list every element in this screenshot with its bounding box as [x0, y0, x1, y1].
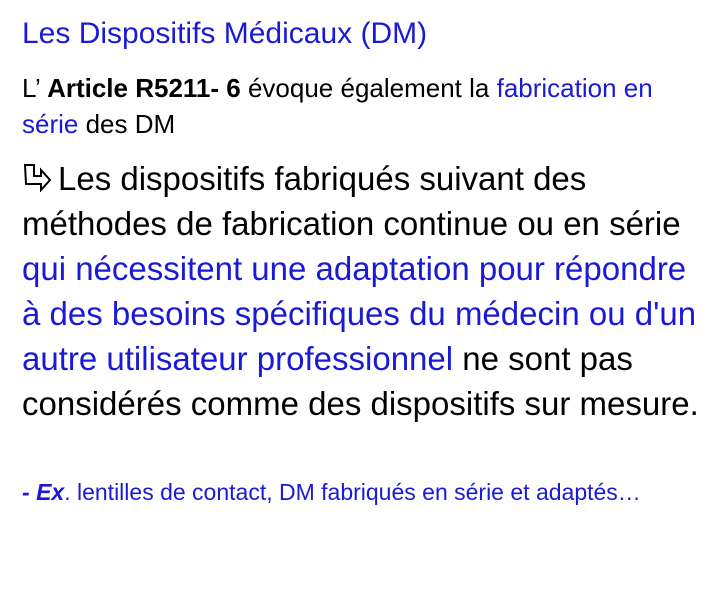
- intro-suffix: des DM: [78, 109, 176, 139]
- example-prefix: -: [22, 479, 37, 505]
- intro-prefix: L’: [22, 73, 48, 103]
- slide: Les Dispositifs Médicaux (DM) L’ Article…: [0, 0, 720, 614]
- example-text: . lentilles de contact, DM fabriqués en …: [64, 479, 641, 505]
- intro-mid: évoque également la: [240, 73, 497, 103]
- article-reference: Article R5211- 6: [47, 73, 241, 103]
- example-label: Ex: [36, 479, 65, 505]
- slide-title: Les Dispositifs Médicaux (DM): [22, 17, 428, 50]
- main-text-part1: Les dispositifs fabriqués suivant des mé…: [22, 160, 681, 242]
- main-paragraph: Les dispositifs fabriqués suivant des mé…: [22, 156, 702, 426]
- hollow-right-down-arrow-icon: [23, 164, 52, 192]
- intro-paragraph: L’ Article R5211- 6 évoque également la …: [22, 70, 702, 142]
- example-line: - Ex. lentilles de contact, DM fabriqués…: [22, 475, 702, 509]
